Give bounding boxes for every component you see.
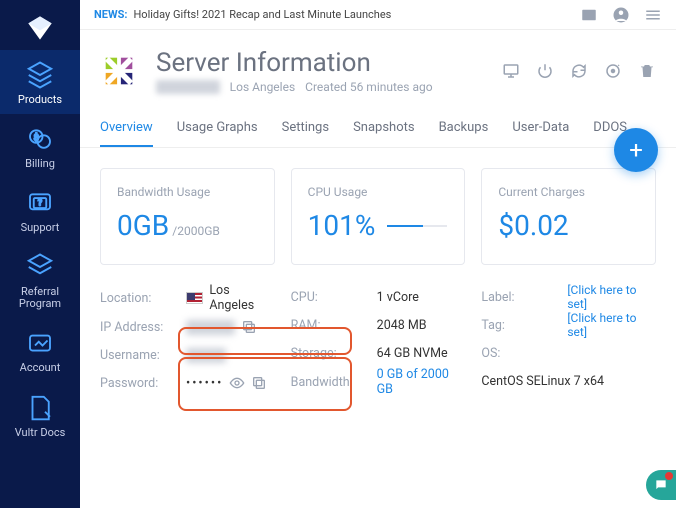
nav-referral[interactable]: Referral Program (0, 242, 80, 318)
set-label-link[interactable]: [Click here to set] (567, 283, 656, 311)
details-col3: Label:[Click here to set] Tag:[Click her… (481, 283, 656, 397)
news-text[interactable]: Holiday Gifts! 2021 Recap and Last Minut… (133, 8, 391, 21)
copy-icon[interactable] (241, 319, 257, 335)
storage-label: Storage: (291, 346, 377, 361)
header-ip-blurred: 000.000 (156, 80, 220, 94)
nav-label: Referral Program (0, 286, 80, 310)
news-label: NEWS: (94, 8, 127, 21)
os-value: CentOS SELinux 7 x64 (481, 374, 656, 389)
nav-account[interactable]: Account (0, 318, 80, 382)
tabs: Overview Usage Graphs Settings Snapshots… (80, 104, 676, 148)
label-label: Label: (481, 290, 567, 305)
card-title: Bandwidth Usage (117, 185, 258, 199)
card-title: CPU Usage (308, 185, 449, 199)
console-icon[interactable] (502, 62, 520, 80)
card-title: Current Charges (498, 185, 639, 199)
location-label: Location: (100, 291, 186, 306)
tab-user-data[interactable]: User-Data (512, 112, 569, 147)
tab-usage-graphs[interactable]: Usage Graphs (177, 112, 258, 147)
svg-text:$: $ (34, 132, 39, 143)
us-flag-icon (186, 292, 203, 304)
topbar: NEWS: Holiday Gifts! 2021 Recap and Last… (80, 0, 676, 30)
refresh-icon[interactable] (570, 62, 588, 80)
nav-label: Vultr Docs (15, 427, 66, 439)
server-details: Location: Los Angeles IP Address:000 User… (80, 277, 676, 417)
eye-icon[interactable] (229, 375, 245, 391)
cpu-value: 101% (308, 209, 376, 242)
nav-label: Billing (25, 158, 55, 170)
cpu-card: CPU Usage 101% (291, 168, 466, 265)
nav-docs[interactable]: Vultr Docs (0, 383, 80, 447)
os-label: OS: (481, 346, 567, 361)
page-title: Server Information (156, 48, 502, 78)
ip-label: IP Address: (100, 320, 186, 335)
nav-products[interactable]: Products (0, 50, 80, 114)
menu-icon[interactable] (644, 6, 662, 24)
ram-value: 2048 MB (377, 318, 466, 333)
cpu-detail-value: 1 vCore (377, 290, 466, 305)
header-created: Created 56 minutes ago (305, 80, 432, 94)
tag-label: Tag: (481, 318, 567, 333)
power-icon[interactable] (536, 62, 554, 80)
storage-value: 64 GB NVMe (377, 346, 466, 361)
username-value-blurred: xx (186, 348, 226, 363)
ram-label: RAM: (291, 318, 377, 333)
ip-value-blurred: 000 (186, 320, 235, 335)
location-value: Los Angeles (209, 283, 274, 313)
password-label: Password: (100, 376, 186, 391)
account-icon[interactable] (612, 6, 630, 24)
cpu-sparkline (387, 225, 447, 227)
password-value: •••••• (186, 376, 223, 391)
header-location: Los Angeles (230, 80, 296, 94)
vultr-logo (26, 14, 54, 42)
charges-value: $0.02 (498, 209, 568, 242)
bandwidth-card: Bandwidth Usage 0GB/2000GB (100, 168, 275, 265)
bandwidth-suffix: /2000GB (172, 224, 220, 238)
reinstall-icon[interactable] (604, 62, 622, 80)
copy-icon[interactable] (251, 375, 267, 391)
tab-snapshots[interactable]: Snapshots (353, 112, 415, 147)
details-col1: Location: Los Angeles IP Address:000 User… (100, 283, 275, 397)
main: NEWS: Holiday Gifts! 2021 Recap and Last… (80, 0, 676, 508)
mail-icon[interactable] (580, 6, 598, 24)
tab-overview[interactable]: Overview (100, 112, 153, 147)
svg-text:?: ? (38, 199, 42, 209)
details-col2: CPU:1 vCore RAM:2048 MB Storage:64 GB NV… (291, 283, 466, 397)
sidebar: Products $ Billing ? Support Referral Pr… (0, 0, 80, 508)
tab-settings[interactable]: Settings (282, 112, 329, 147)
nav-label: Products (18, 94, 62, 106)
bandwidth-label: Bandwidth: (291, 375, 377, 390)
centos-icon (100, 52, 138, 90)
nav-label: Support (21, 222, 60, 234)
nav-label: Account (20, 362, 61, 374)
tab-backups[interactable]: Backups (439, 112, 489, 147)
add-button[interactable]: + (614, 128, 658, 172)
chat-button[interactable] (646, 470, 676, 500)
bandwidth-value: 0GB (117, 209, 169, 242)
nav-support[interactable]: ? Support (0, 178, 80, 242)
username-label: Username: (100, 348, 186, 363)
header: Server Information 000.000 Los Angeles C… (80, 30, 676, 104)
cpu-label: CPU: (291, 290, 377, 305)
nav-billing[interactable]: $ Billing (0, 114, 80, 178)
stat-cards: Bandwidth Usage 0GB/2000GB CPU Usage 101… (80, 148, 676, 277)
charges-card: Current Charges $0.02 (481, 168, 656, 265)
trash-icon[interactable] (638, 62, 656, 80)
set-tag-link[interactable]: [Click here to set] (567, 311, 656, 339)
bandwidth-link[interactable]: 0 GB of 2000 GB (377, 367, 466, 397)
